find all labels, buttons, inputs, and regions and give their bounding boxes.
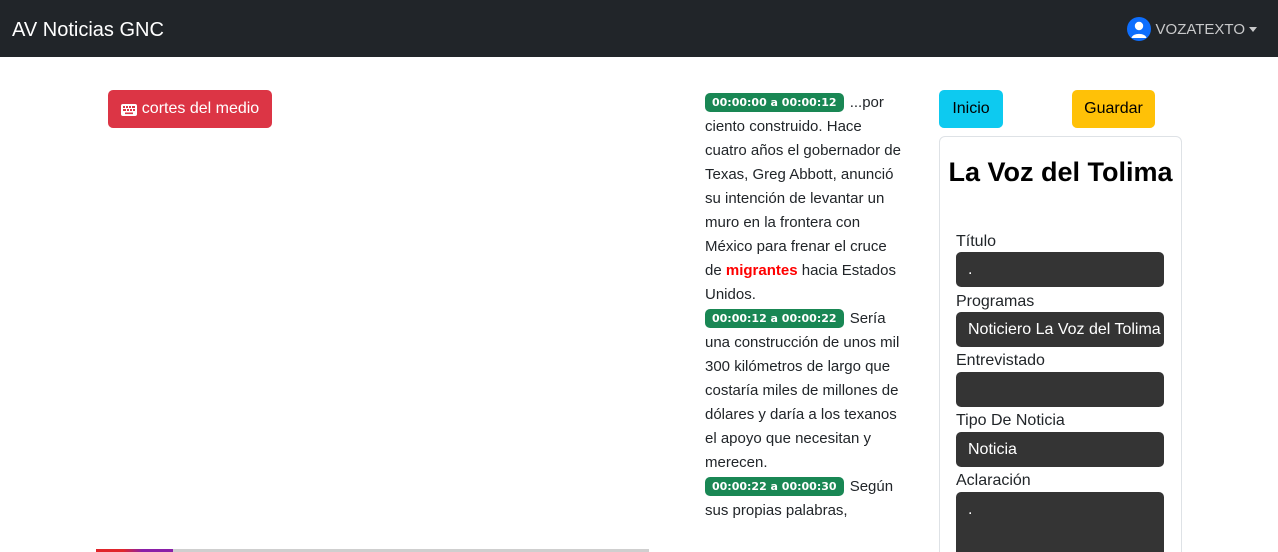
news-form-card: La Voz del Tolima Título . Programas Not…	[939, 136, 1182, 552]
entrevistado-field[interactable]	[956, 372, 1164, 407]
aclaracion-textarea[interactable]: .	[956, 492, 1164, 552]
user-menu-toggle[interactable]: VOZATEXTO	[1126, 17, 1257, 41]
cortes-del-medio-button[interactable]: cortes del medio	[108, 90, 272, 128]
timestamp-badge[interactable]: 00:00:12 a 00:00:22	[705, 309, 844, 328]
transcript-highlight: migrantes	[725, 262, 798, 279]
transcript-text: Sería una construcción de unos mil 300 k…	[705, 310, 900, 471]
user-circle-icon	[1126, 17, 1151, 41]
inicio-button[interactable]: Inicio	[939, 90, 1003, 128]
titulo-label: Título	[956, 233, 997, 250]
caret-down-icon	[1249, 26, 1257, 32]
programas-select[interactable]: Noticiero La Voz del Tolima	[956, 312, 1164, 347]
navbar: AV Noticias GNC VOZATEXTO	[0, 0, 1278, 57]
card-title: La Voz del Tolima	[948, 157, 1173, 187]
tipo-noticia-select[interactable]: Noticia	[956, 432, 1164, 467]
tipo-noticia-label: Tipo De Noticia	[956, 412, 1065, 429]
guardar-button[interactable]: Guardar	[1072, 90, 1155, 128]
timestamp-badge[interactable]: 00:00:22 a 00:00:30	[705, 477, 844, 496]
titulo-field[interactable]: .	[956, 252, 1164, 287]
timestamp-badge[interactable]: 00:00:00 a 00:00:12	[705, 93, 844, 112]
programas-label: Programas	[956, 293, 1035, 310]
keyboard-icon	[120, 103, 137, 116]
brand-title[interactable]: AV Noticias GNC	[12, 18, 164, 42]
cortes-label: cortes del medio	[141, 100, 260, 117]
user-name: VOZATEXTO	[1155, 20, 1245, 38]
transcript-panel: 00:00:00 a 00:00:12 ...por ciento constr…	[705, 91, 905, 523]
entrevistado-label: Entrevistado	[956, 352, 1045, 369]
aclaracion-label: Aclaración	[956, 472, 1031, 489]
transcript-text: ...por ciento construido. Hace cuatro añ…	[705, 94, 901, 279]
